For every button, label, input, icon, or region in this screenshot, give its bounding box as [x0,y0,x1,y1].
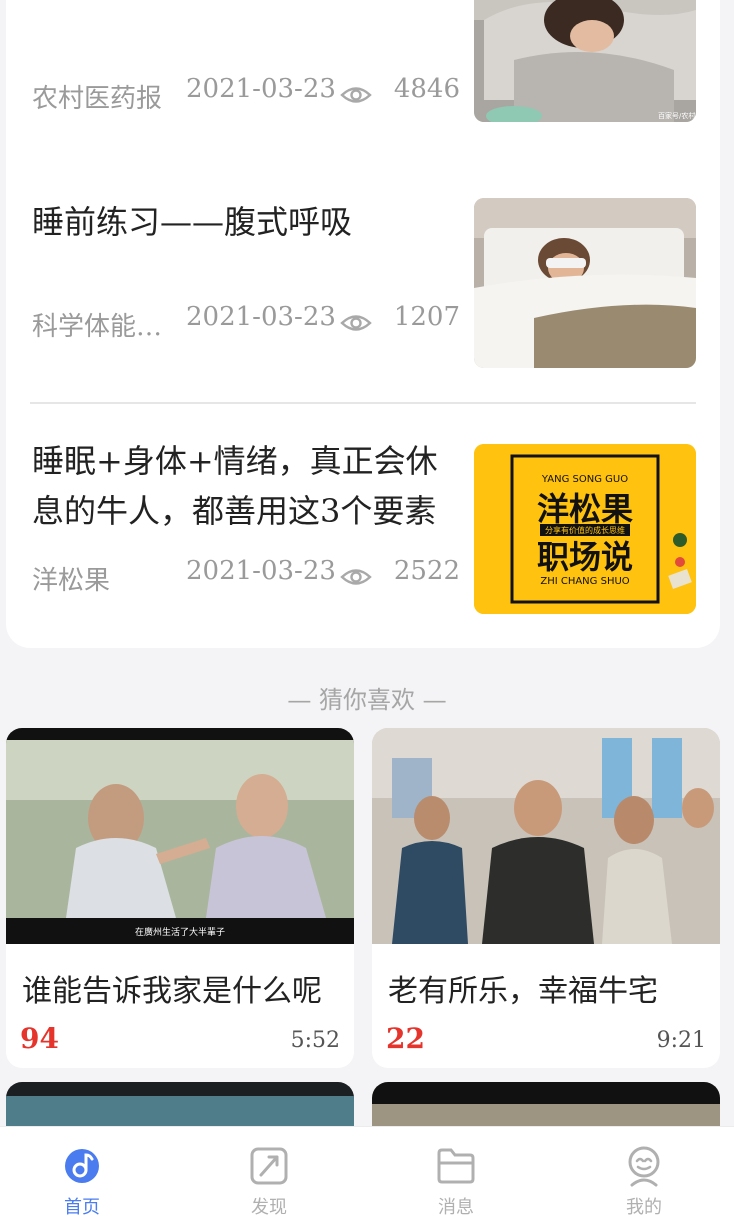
article-source: 洋松果 [32,566,111,596]
article-date: 2021-03-23 [186,302,336,332]
thumbnail-text: 分享有价值的成长思维 [545,525,625,535]
article-views: 1207 [393,302,460,332]
video-card[interactable]: 老有所乐，幸福牛宅 22 9:21 [372,728,720,1068]
video-cover-image: 在廣州生活了大半輩子 [6,728,354,944]
bottom-tab-bar: 首页 发现 消息 我的 [0,1126,734,1223]
article-list-card: 百家号/农村 农村医药报 2021-03-23 4846 睡前练习——腹式呼吸 [6,0,720,648]
folder-icon [437,1148,475,1184]
article-source: 科学体能训练 [32,312,174,342]
sleeping-woman-image: 百家号/农村 [474,0,696,122]
eye-icon [340,315,372,331]
discover-icon [250,1147,288,1185]
eye-icon [340,569,372,585]
article-meta: 洋松果 2021-03-23 2522 [32,556,462,596]
tab-label: 消息 [438,1197,474,1218]
tab-label: 首页 [64,1197,100,1218]
tab-label: 我的 [626,1197,662,1218]
article-date: 2021-03-23 [186,556,336,586]
article-thumbnail[interactable]: YANG SONG GUO 洋松果 分享有价值的成长思维 职场说 ZHI CHA… [474,444,696,614]
thumbnail-text: YANG SONG GUO [541,474,628,485]
article-date: 2021-03-23 [186,74,336,104]
article-title: 睡前练习——腹式呼吸 [32,203,353,241]
profile-icon [628,1146,660,1187]
article-title: 睡眠+身体+情绪，真正会休息的牛人，都善用这3个要素 [32,442,438,530]
yangsongguo-logo-image: YANG SONG GUO 洋松果 分享有价值的成长思维 职场说 ZHI CHA… [474,444,696,614]
video-cover-image [372,728,720,944]
article-source: 农村医药报 [32,84,163,114]
video-card[interactable]: 在廣州生活了大半輩子 谁能告诉我家是什么呢 94 5:52 [6,728,354,1068]
section-heading: — 猜你喜欢 — [287,686,447,714]
thumbnail-text: ZHI CHANG SHUO [540,576,629,587]
thumbnail-watermark: 百家号/农村 [658,111,695,120]
video-duration: 9:21 [656,1028,706,1053]
tab-discover[interactable]: 发现 [209,1127,329,1223]
video-title: 谁能告诉我家是什么呢 [22,974,322,1009]
article-views: 2522 [393,556,460,586]
video-caption: 在廣州生活了大半輩子 [135,926,225,938]
video-count: 22 [386,1022,425,1055]
video-count: 94 [20,1022,59,1055]
article-meta: 农村医药报 2021-03-23 4846 [32,74,462,114]
article-views: 4846 [393,74,460,104]
tab-label: 发现 [251,1197,287,1218]
video-duration: 5:52 [290,1028,340,1053]
divider [30,402,696,404]
music-disc-icon [65,1149,99,1183]
tab-profile[interactable]: 我的 [584,1127,704,1223]
eye-icon [340,87,372,103]
article-thumbnail[interactable] [474,198,696,368]
eye-mask-woman-image [474,198,696,368]
thumbnail-text: 职场说 [537,538,633,576]
video-title: 老有所乐，幸福牛宅 [388,974,658,1009]
tab-messages[interactable]: 消息 [396,1127,516,1223]
tab-home[interactable]: 首页 [22,1127,142,1223]
article-thumbnail[interactable]: 百家号/农村 [474,0,696,122]
article-meta: 科学体能训练 2021-03-23 1207 [32,302,462,342]
thumbnail-text: 洋松果 [537,490,633,528]
